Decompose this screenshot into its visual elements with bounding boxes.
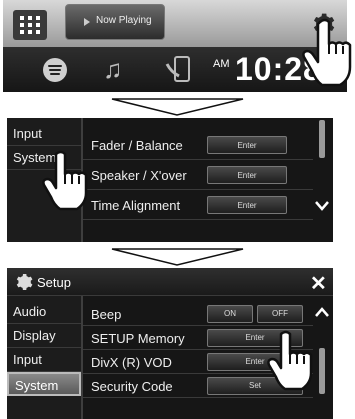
now-playing-tab[interactable]: Now Playing (65, 4, 165, 40)
page-title: Setup (37, 275, 71, 290)
beep-label: Beep (91, 307, 122, 322)
down-arrow-icon (111, 248, 244, 266)
music-note-icon[interactable]: ♫ (103, 54, 123, 85)
play-icon (84, 18, 90, 26)
pointing-hand-icon (302, 18, 352, 87)
close-icon[interactable]: ✕ (310, 271, 327, 296)
setup-header: Setup ✕ (7, 268, 333, 296)
home-screen: Now Playing ♫ AM 10:28 (3, 0, 347, 92)
beep-on-button[interactable]: ON (207, 305, 253, 323)
time-alignment-enter-button[interactable]: Enter (207, 196, 287, 214)
setup-memory-label: SETUP Memory (91, 331, 185, 346)
fader-balance-label: Fader / Balance (91, 138, 183, 153)
sidebar-item-display[interactable]: Display (7, 324, 81, 348)
beep-off-button[interactable]: OFF (257, 305, 303, 323)
pointing-hand-icon (42, 150, 88, 211)
speaker-xover-enter-button[interactable]: Enter (207, 166, 287, 184)
chevron-down-icon[interactable] (315, 200, 329, 212)
home-top-bar (3, 0, 347, 47)
scrollbar[interactable] (319, 120, 325, 158)
sidebar-item-input[interactable]: Input (7, 348, 81, 372)
now-playing-label: Now Playing (96, 15, 152, 26)
time-alignment-label: Time Alignment (91, 198, 181, 213)
app-grid-button[interactable] (13, 10, 47, 40)
chevron-up-icon[interactable] (315, 306, 329, 318)
time-alignment-row: Time Alignment Enter (83, 190, 313, 220)
sidebar-item-system[interactable]: System (7, 372, 81, 396)
beep-row: Beep ON OFF (83, 302, 313, 326)
sidebar-item-input[interactable]: Input (7, 122, 81, 146)
security-code-label: Security Code (91, 379, 173, 394)
setup-sidebar: Audio Display Input System (7, 296, 83, 419)
speaker-xover-row: Speaker / X'over Enter (83, 160, 313, 190)
spotify-icon[interactable] (43, 58, 67, 82)
gear-icon (16, 274, 33, 290)
speaker-xover-label: Speaker / X'over (91, 168, 187, 183)
sidebar-item-audio[interactable]: Audio (7, 300, 81, 324)
divx-vod-label: DivX (R) VOD (91, 355, 172, 370)
down-arrow-icon (111, 98, 244, 116)
fader-balance-row: Fader / Balance Enter (83, 130, 313, 160)
pointing-hand-icon (267, 330, 313, 391)
clock-ampm: AM (213, 58, 230, 70)
fader-balance-enter-button[interactable]: Enter (207, 136, 287, 154)
phone-icon[interactable] (165, 54, 193, 84)
